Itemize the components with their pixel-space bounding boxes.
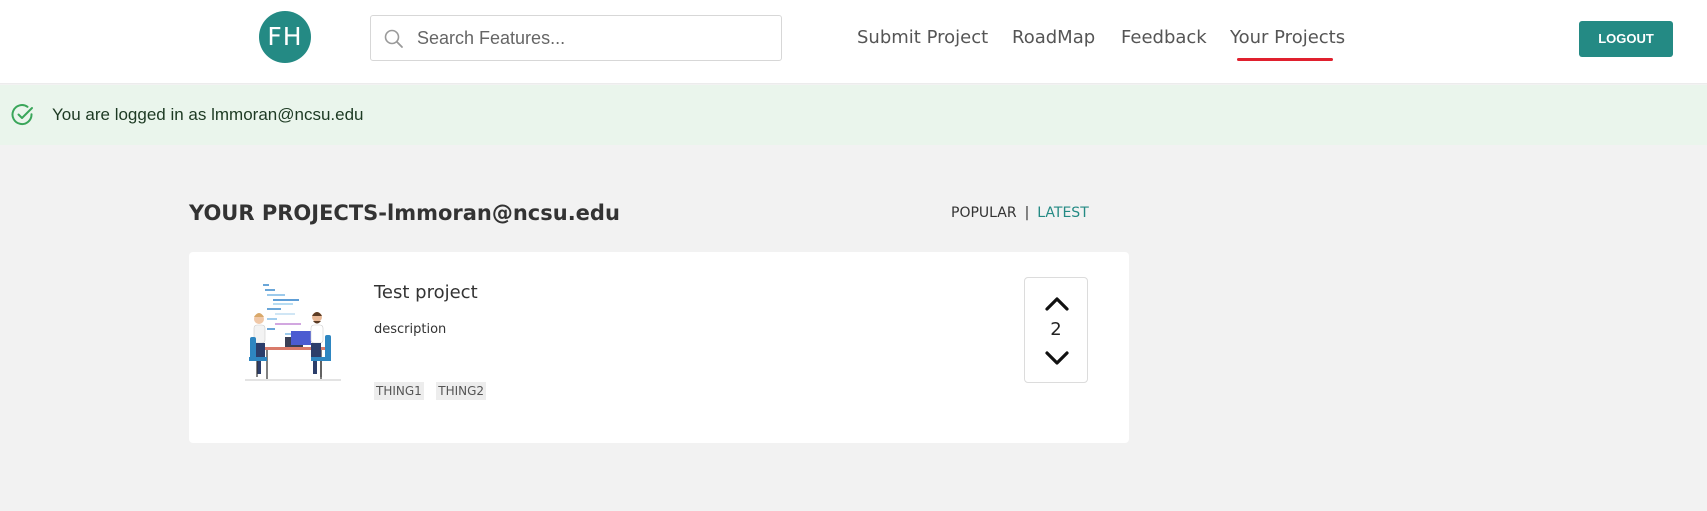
project-tag[interactable]: THING2 [436, 382, 487, 400]
check-circle-icon [11, 104, 33, 126]
nav-feedback[interactable]: Feedback [1121, 27, 1207, 48]
sort-separator: | [1024, 205, 1030, 221]
project-thumbnail [245, 284, 341, 381]
project-card[interactable]: Test project description THING1 THING2 2 [189, 252, 1129, 443]
top-navbar: FH Submit Project RoadMap Feedback Your … [0, 0, 1707, 84]
search-box[interactable] [370, 15, 782, 61]
nav-roadmap[interactable]: RoadMap [1012, 27, 1095, 48]
active-nav-underline [1237, 58, 1333, 61]
page-title: YOUR PROJECTS-lmmoran@ncsu.edu [189, 201, 620, 225]
nav-your-projects[interactable]: Your Projects [1230, 27, 1345, 48]
project-tags: THING1 THING2 [374, 382, 494, 400]
sort-popular-link[interactable]: POPULAR [951, 205, 1017, 221]
alert-text: You are logged in as lmmoran@ncsu.edu [52, 105, 364, 124]
search-icon [384, 29, 403, 48]
vote-count: 2 [1050, 319, 1062, 340]
chevron-down-icon[interactable] [1044, 348, 1070, 368]
login-alert: You are logged in as lmmoran@ncsu.edu [0, 85, 1707, 145]
project-title[interactable]: Test project [374, 282, 478, 303]
sort-controls: POPULAR | LATEST [951, 205, 1089, 221]
project-tag[interactable]: THING1 [374, 382, 424, 400]
project-description: description [374, 322, 447, 337]
logo[interactable]: FH [259, 11, 311, 63]
search-input[interactable] [417, 16, 772, 60]
vote-widget: 2 [1024, 277, 1088, 383]
sort-latest-link[interactable]: LATEST [1037, 205, 1088, 221]
chevron-up-icon[interactable] [1044, 294, 1070, 314]
logout-button[interactable]: LOGOUT [1579, 21, 1673, 57]
nav-submit-project[interactable]: Submit Project [857, 27, 988, 48]
